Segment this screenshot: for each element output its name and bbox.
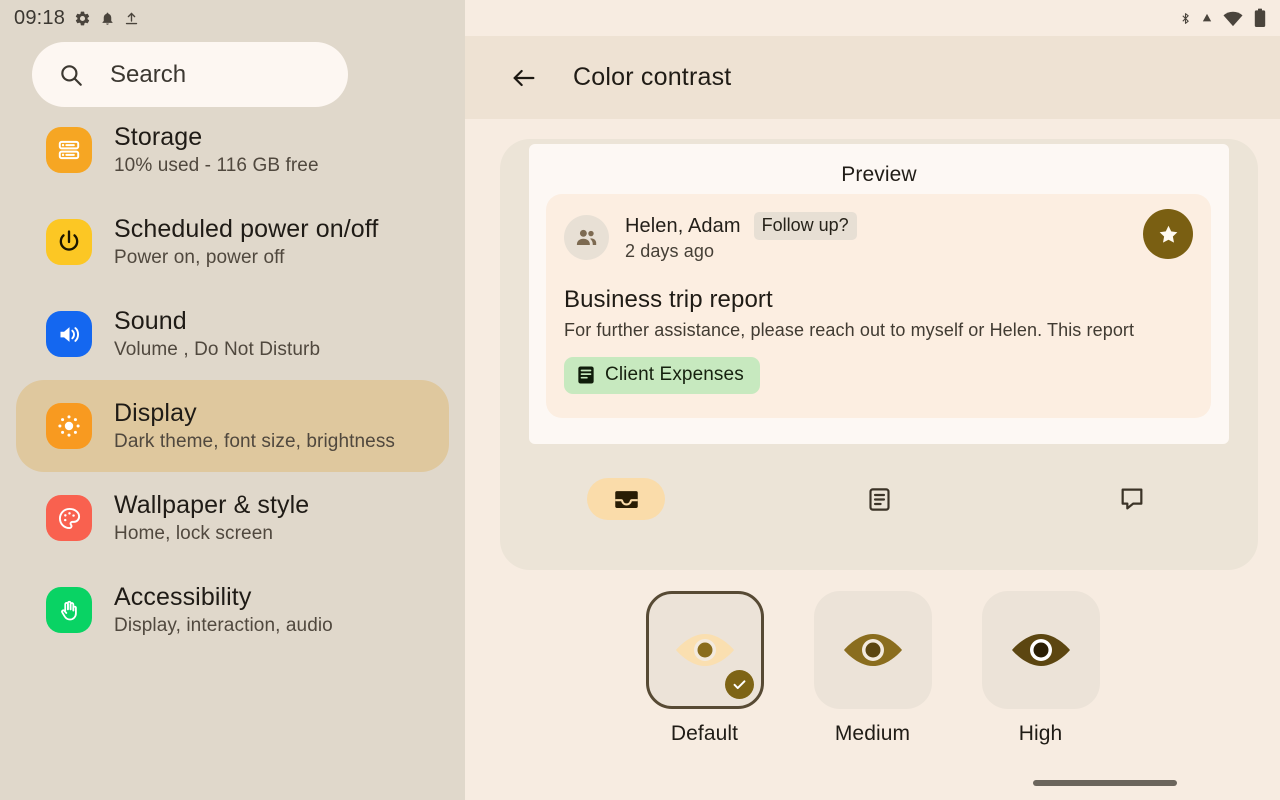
contrast-swatch-default[interactable]: [645, 591, 764, 709]
article-icon: [840, 478, 918, 520]
contrast-label: Medium: [834, 722, 911, 745]
brightness-icon: [46, 403, 92, 449]
status-clock: 09:18: [14, 6, 66, 29]
message-sender-block: Helen, Adam Follow up? 2 days ago: [625, 212, 857, 262]
gesture-navigation-bar[interactable]: [1033, 780, 1177, 786]
eye-icon: [675, 634, 734, 666]
star-icon[interactable]: [1143, 209, 1193, 259]
preview-container: Preview Helen, Adam Follow up? 2 days ag…: [500, 139, 1258, 570]
search-input[interactable]: Search: [32, 42, 348, 107]
message-label-chip[interactable]: Client Expenses: [564, 357, 760, 394]
label-chip-text: Client Expenses: [605, 364, 744, 385]
chat-bubble-icon: [1093, 478, 1171, 520]
status-bar-right: [1179, 0, 1266, 36]
sidebar-item-subtitle: Display, interaction, audio: [114, 614, 333, 636]
settings-sidebar: 09:18 Search Storage 10% used - 116 GB f…: [0, 0, 465, 800]
sidebar-item-storage[interactable]: Storage 10% used - 116 GB free: [16, 104, 449, 196]
nav-item-chat[interactable]: [1005, 469, 1258, 529]
sidebar-item-subtitle: Volume , Do Not Disturb: [114, 338, 321, 360]
battery-icon: [1254, 8, 1266, 28]
sidebar-item-accessibility[interactable]: Accessibility Display, interaction, audi…: [16, 564, 449, 656]
sidebar-item-wallpaper[interactable]: Wallpaper & style Home, lock screen: [16, 472, 449, 564]
page-title: Color contrast: [573, 63, 732, 91]
message-timestamp: 2 days ago: [625, 241, 715, 261]
gear-icon: [74, 10, 91, 27]
sidebar-item-subtitle: Power on, power off: [114, 246, 285, 268]
contrast-swatch-medium[interactable]: [813, 591, 932, 709]
eye-icon: [843, 634, 902, 666]
sidebar-item-subtitle: Dark theme, font size, brightness: [114, 430, 396, 452]
label-document-icon: [577, 365, 595, 385]
upload-icon: [124, 10, 139, 27]
contrast-option-high[interactable]: High: [981, 591, 1100, 746]
people-icon: [564, 214, 609, 260]
sidebar-item-title: Storage: [114, 123, 203, 152]
check-icon: [724, 670, 754, 699]
sidebar-item-subtitle: 10% used - 116 GB free: [114, 154, 319, 176]
sidebar-item-title: Accessibility: [114, 583, 252, 612]
status-bar-left: 09:18: [0, 0, 139, 36]
sidebar-item-title: Display: [114, 399, 197, 428]
sidebar-item-title: Wallpaper & style: [114, 491, 310, 520]
sidebar-item-subtitle: Home, lock screen: [114, 522, 274, 544]
wifi-icon: [1222, 10, 1244, 27]
preview-message[interactable]: Helen, Adam Follow up? 2 days ago Busine…: [546, 194, 1211, 418]
eye-icon: [1011, 634, 1070, 666]
contrast-option-default[interactable]: Default: [645, 591, 764, 746]
contrast-options: Default Medium High: [465, 591, 1280, 746]
settings-list: Storage 10% used - 116 GB free Scheduled…: [0, 104, 465, 656]
contrast-option-medium[interactable]: Medium: [813, 591, 932, 746]
power-icon: [46, 219, 92, 265]
nav-item-article[interactable]: [753, 469, 1006, 529]
message-tag: Follow up?: [753, 212, 857, 240]
message-header: Helen, Adam Follow up? 2 days ago: [564, 209, 1193, 262]
sidebar-item-display[interactable]: Display Dark theme, font size, brightnes…: [16, 380, 449, 472]
cellular-signal-icon: [1202, 13, 1212, 23]
detail-topbar: Color contrast: [465, 36, 1280, 119]
inbox-icon: [587, 478, 666, 520]
contrast-swatch-high[interactable]: [981, 591, 1100, 709]
search-icon: [58, 62, 84, 88]
storage-icon: [46, 127, 92, 173]
contrast-label: Default: [670, 722, 739, 745]
sound-icon: [46, 311, 92, 357]
message-body: For further assistance, please reach out…: [564, 320, 1135, 340]
settings-screen: 09:18 Search Storage 10% used - 116 GB f…: [0, 0, 1280, 800]
notification-bell-icon: [100, 10, 115, 27]
bluetooth-icon: [1179, 9, 1192, 28]
sidebar-item-title: Sound: [114, 307, 187, 336]
accessibility-hand-icon: [46, 587, 92, 633]
sidebar-item-title: Scheduled power on/off: [114, 215, 379, 244]
preview-card: Preview Helen, Adam Follow up? 2 days ag…: [529, 144, 1229, 444]
sidebar-item-scheduled-power[interactable]: Scheduled power on/off Power on, power o…: [16, 196, 449, 288]
message-senders: Helen, Adam: [625, 214, 741, 237]
palette-icon: [46, 495, 92, 541]
sidebar-item-sound[interactable]: Sound Volume , Do Not Disturb: [16, 288, 449, 380]
preview-label: Preview: [841, 163, 917, 186]
message-subject: Business trip report: [564, 286, 773, 313]
preview-bottom-nav: [500, 469, 1258, 529]
nav-item-inbox[interactable]: [500, 469, 753, 529]
search-placeholder: Search: [110, 60, 187, 88]
color-contrast-pane: Color contrast Preview Helen, Adam Follo…: [465, 0, 1280, 800]
contrast-label: High: [1018, 722, 1063, 745]
arrow-back-icon[interactable]: [502, 56, 546, 100]
